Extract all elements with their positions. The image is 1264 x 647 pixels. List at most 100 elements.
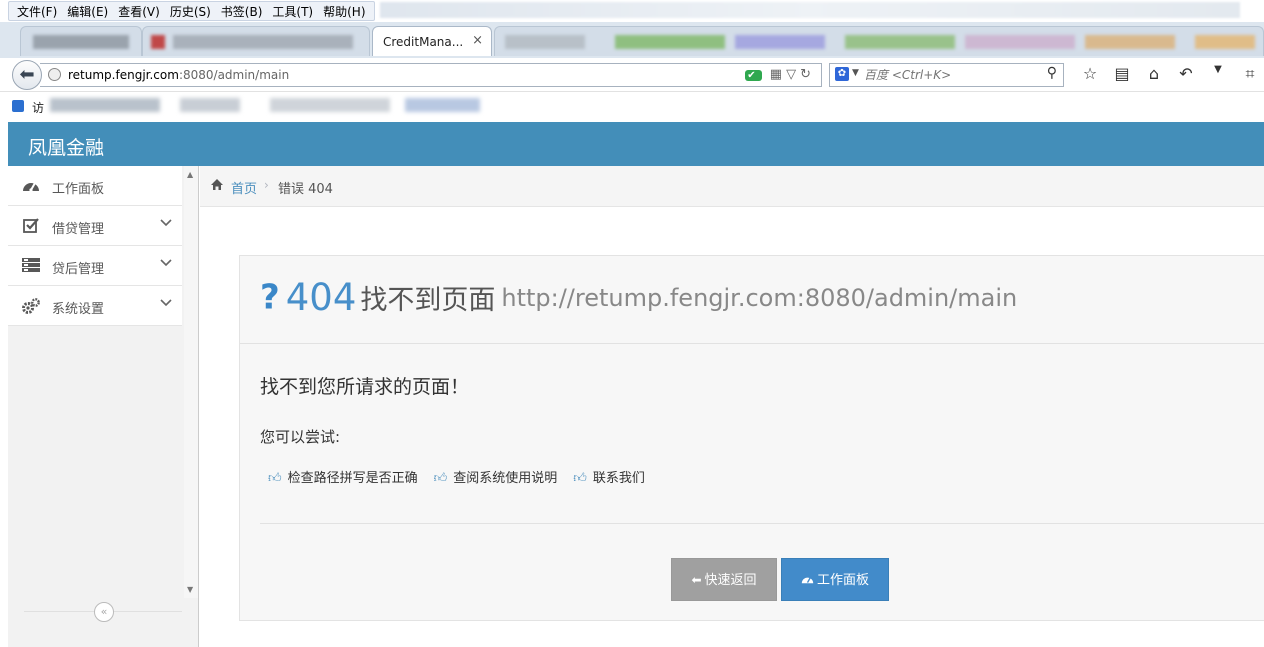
question-icon: ? xyxy=(260,277,280,318)
blurred-tab-title xyxy=(505,35,585,49)
blurred-tab-title xyxy=(965,35,1075,49)
dashboard-button[interactable]: 工作面板 xyxy=(781,558,889,601)
cogs-icon xyxy=(22,298,40,314)
menu-edit[interactable]: 编辑(E) xyxy=(62,2,113,20)
blurred-bookmark[interactable] xyxy=(50,98,160,112)
breadcrumb: 首页 › 错误 404 xyxy=(200,166,1264,207)
menu-tools[interactable]: 工具(T) xyxy=(267,2,318,20)
blurred-area xyxy=(380,2,1240,18)
search-icon[interactable]: ⚲ xyxy=(1047,65,1057,81)
search-engine-icon[interactable]: ✿ xyxy=(835,67,849,81)
sidebar-collapse-button[interactable]: « xyxy=(94,602,114,622)
chevron-down-icon[interactable]: ▼ xyxy=(852,68,859,78)
blurred-tab-title xyxy=(845,35,955,49)
sidebar-item-label: 工作面板 xyxy=(52,182,105,197)
shield-icon[interactable]: ✔ xyxy=(745,70,762,81)
button-label: 工作面板 xyxy=(816,573,869,588)
reading-list-icon[interactable]: ▤ xyxy=(1106,64,1138,84)
search-bar[interactable]: ✿ ▼ ⚲ xyxy=(829,63,1064,87)
blurred-tab-title xyxy=(1085,35,1175,49)
browser-navbar: retump.fengjr.com:8080/admin/main ✔ ▦▽↻ … xyxy=(0,58,1264,92)
chevron-down-icon xyxy=(160,216,172,231)
menu-file[interactable]: 文件(F) xyxy=(12,2,62,20)
quick-back-button[interactable]: ⬅ 快速返回 xyxy=(671,558,777,601)
brand-title[interactable]: 凤凰金融 xyxy=(28,133,104,160)
browser-tab[interactable] xyxy=(20,26,142,56)
blurred-bookmark[interactable] xyxy=(270,98,390,112)
chevron-down-icon xyxy=(160,296,172,311)
url-host: retump.fengjr.com xyxy=(68,68,179,82)
thumbs-up-icon: 👍︎ xyxy=(433,471,448,486)
blurred-tab-title xyxy=(1195,35,1255,49)
arrow-left-icon: ⬅ xyxy=(691,573,702,587)
blurred-bookmark[interactable] xyxy=(180,98,240,112)
error-code: 404 xyxy=(285,276,357,319)
breadcrumb-current: 错误 404 xyxy=(278,182,333,197)
app-header: 凤凰金融 xyxy=(8,122,1264,166)
thumbs-up-icon: 👍︎ xyxy=(573,471,587,486)
nav-list: 工作面板 借贷管理 贷后管理 系统设置 xyxy=(8,166,182,326)
button-label: 快速返回 xyxy=(704,573,757,588)
browser-tab[interactable] xyxy=(142,26,370,56)
list-icon xyxy=(22,258,40,274)
reload-icon[interactable]: ↻ xyxy=(800,67,815,82)
menu-caret-icon[interactable]: ▼ xyxy=(1202,64,1234,84)
url-bar-icons: ✔ ▦▽↻ xyxy=(745,67,815,82)
suggestion-item: 👍︎ 检查路径拼写是否正确 xyxy=(268,467,418,486)
sidebar-item-system-settings[interactable]: 系统设置 xyxy=(8,286,182,326)
sidebar-item-loan-management[interactable]: 借贷管理 xyxy=(8,206,182,246)
blurred-tab-title xyxy=(173,35,353,49)
menu-help[interactable]: 帮助(H) xyxy=(318,2,370,20)
dropdown-icon[interactable]: ▽ xyxy=(786,67,800,82)
suggestion-item: 👍︎ 联系我们 xyxy=(573,467,645,486)
breadcrumb-home-link[interactable]: 首页 xyxy=(231,178,257,197)
dashboard-icon xyxy=(801,573,814,587)
sidebar-item-post-loan[interactable]: 贷后管理 xyxy=(8,246,182,286)
toolbar-icons: ☆ ▤ ⌂ ↶ ▼ ⌗ xyxy=(1074,64,1264,84)
menu-bookmarks[interactable]: 书签(B) xyxy=(216,2,268,20)
qr-code-icon[interactable]: ▦ xyxy=(770,67,786,82)
sidebar-item-dashboard[interactable]: 工作面板 xyxy=(8,166,182,206)
suggestion-item: 👍︎ 查阅系统使用说明 xyxy=(434,467,558,486)
star-icon[interactable]: ☆ xyxy=(1074,64,1106,84)
url-bar[interactable]: retump.fengjr.com:8080/admin/main ✔ ▦▽↻ xyxy=(40,63,822,87)
tab-label: CreditMana... xyxy=(383,35,464,49)
menu-list: 文件(F) 编辑(E) 查看(V) 历史(S) 书签(B) 工具(T) 帮助(H… xyxy=(8,1,375,21)
site-identity-icon[interactable] xyxy=(48,68,61,81)
favicon-icon xyxy=(151,35,165,49)
sidebar-scrollbar[interactable]: ▲ ▼ xyxy=(184,166,198,598)
browser-tab[interactable] xyxy=(494,26,1264,56)
search-input[interactable] xyxy=(864,67,1034,83)
back-arrow-icon: ⬅ xyxy=(19,64,35,85)
error-path: http://retump.fengjr.com:8080/admin/main xyxy=(501,283,1018,312)
scroll-down-icon[interactable]: ▼ xyxy=(187,585,193,594)
divider xyxy=(260,523,1264,524)
error-title-text: 找不到页面 xyxy=(360,285,496,316)
undo-icon[interactable]: ↶ xyxy=(1170,64,1202,84)
browser-menubar: 文件(F) 编辑(E) 查看(V) 历史(S) 书签(B) 工具(T) 帮助(H… xyxy=(0,0,1264,22)
browser-tab-active[interactable]: CreditMana... × xyxy=(372,26,492,56)
menu-view[interactable]: 查看(V) xyxy=(113,2,165,20)
crop-icon[interactable]: ⌗ xyxy=(1234,64,1264,84)
tab-strip: CreditMana... × xyxy=(0,22,1264,58)
suggestion-label: 查阅系统使用说明 xyxy=(453,471,558,486)
sidebar-item-label: 贷后管理 xyxy=(52,262,105,277)
error-panel: ? 404 找不到页面 http://retump.fengjr.com:8080/a… xyxy=(239,255,1264,621)
suggestion-label: 联系我们 xyxy=(592,471,645,486)
thumbs-up-icon: 👍︎ xyxy=(268,471,282,486)
sidebar-item-label: 借贷管理 xyxy=(52,222,105,237)
blurred-bookmark[interactable] xyxy=(405,98,480,112)
url-text[interactable]: retump.fengjr.com:8080/admin/main xyxy=(68,68,289,82)
divider xyxy=(240,343,1264,344)
breadcrumb-separator: › xyxy=(264,178,269,192)
scroll-up-icon[interactable]: ▲ xyxy=(187,170,193,179)
home-icon[interactable]: ⌂ xyxy=(1138,64,1170,84)
bookmark-item[interactable]: 访 xyxy=(32,99,44,116)
blurred-tab-title xyxy=(615,35,725,49)
menu-history[interactable]: 历史(S) xyxy=(165,2,216,20)
close-icon[interactable]: × xyxy=(472,33,483,48)
sidebar-item-label: 系统设置 xyxy=(52,302,105,317)
back-button[interactable]: ⬅ xyxy=(12,60,42,90)
blurred-tab-title xyxy=(735,35,825,49)
blurred-tab-title xyxy=(33,35,129,49)
